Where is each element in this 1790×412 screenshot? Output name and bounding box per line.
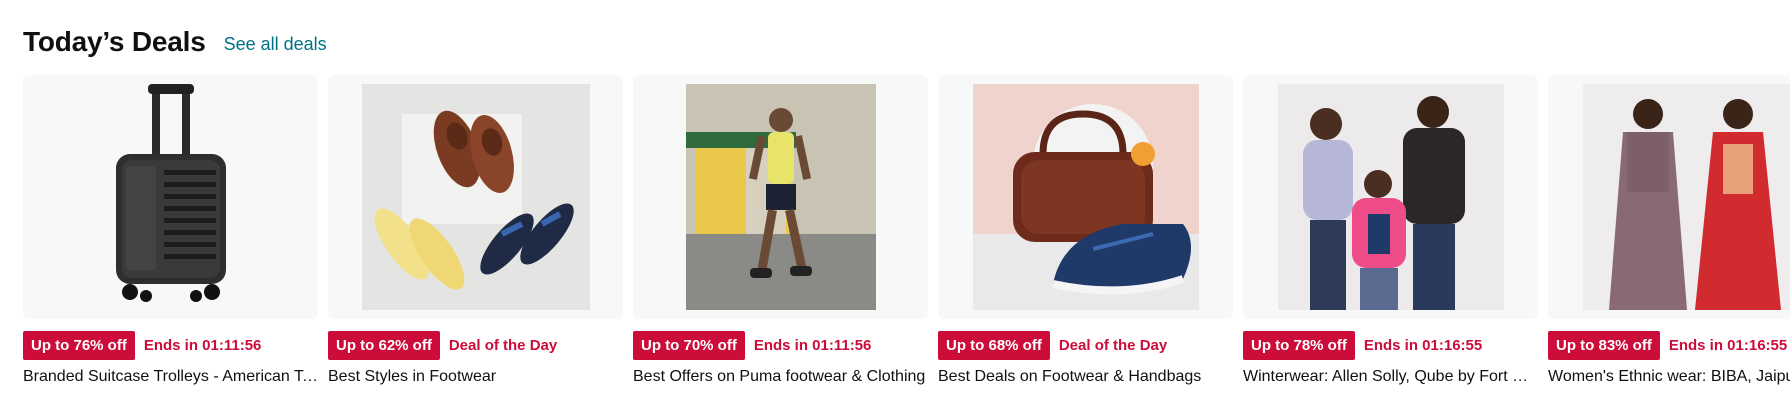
deal-status: Deal of the Day bbox=[448, 337, 558, 354]
deal-image[interactable] bbox=[23, 75, 318, 319]
see-all-deals-link[interactable]: See all deals bbox=[224, 34, 327, 55]
deals-carousel: Up to 76% off Ends in 01:11:56 Branded S… bbox=[23, 75, 1790, 412]
deal-badges: Up to 62% off Deal of the Day bbox=[328, 331, 623, 360]
deal-caption[interactable]: Best Styles in Footwear bbox=[328, 368, 623, 386]
deal-badges: Up to 83% off Ends in 01:16:55 bbox=[1548, 331, 1790, 360]
deal-caption[interactable]: Winterwear: Allen Solly, Qube by Fort Co… bbox=[1243, 368, 1538, 386]
deal-image[interactable] bbox=[1548, 75, 1790, 319]
deal-badges: Up to 76% off Ends in 01:11:56 bbox=[23, 331, 318, 360]
deal-status: Ends in 01:16:55 bbox=[1363, 337, 1483, 354]
discount-badge: Up to 78% off bbox=[1243, 331, 1355, 360]
deals-header: Today’s Deals See all deals bbox=[23, 18, 327, 66]
deal-card-suitcases[interactable]: Up to 76% off Ends in 01:11:56 Branded S… bbox=[23, 75, 318, 386]
deal-status: Ends in 01:11:56 bbox=[753, 337, 872, 354]
discount-badge: Up to 76% off bbox=[23, 331, 135, 360]
deal-image[interactable] bbox=[938, 75, 1233, 319]
deal-badges: Up to 68% off Deal of the Day bbox=[938, 331, 1233, 360]
deal-badges: Up to 78% off Ends in 01:16:55 bbox=[1243, 331, 1538, 360]
ethnic-wear-women-photo-icon bbox=[1582, 84, 1790, 310]
athlete-walking-photo-icon bbox=[685, 84, 876, 310]
deal-status: Ends in 01:16:55 bbox=[1668, 337, 1788, 354]
deal-card-puma[interactable]: Up to 70% off Ends in 01:11:56 Best Offe… bbox=[633, 75, 928, 386]
discount-badge: Up to 68% off bbox=[938, 331, 1050, 360]
black-suitcase-trolley-icon bbox=[115, 84, 226, 302]
footwear-shoes-sandals-icon bbox=[361, 84, 590, 310]
section-title: Today’s Deals bbox=[23, 26, 206, 57]
deal-card-ethnic-wear[interactable]: Up to 83% off Ends in 01:16:55 Women's E… bbox=[1548, 75, 1790, 386]
deal-card-footwear-handbags[interactable]: Up to 68% off Deal of the Day Best Deals… bbox=[938, 75, 1233, 386]
deal-image[interactable] bbox=[1243, 75, 1538, 319]
deals-track: Up to 76% off Ends in 01:11:56 Branded S… bbox=[23, 75, 1790, 386]
deal-card-winterwear[interactable]: Up to 78% off Ends in 01:16:55 Winterwea… bbox=[1243, 75, 1538, 386]
deal-card-footwear[interactable]: Up to 62% off Deal of the Day Best Style… bbox=[328, 75, 623, 386]
handbag-and-sneaker-icon bbox=[972, 84, 1199, 310]
discount-badge: Up to 83% off bbox=[1548, 331, 1660, 360]
deal-badges: Up to 70% off Ends in 01:11:56 bbox=[633, 331, 928, 360]
family-winterwear-photo-icon bbox=[1277, 84, 1504, 310]
deal-status: Deal of the Day bbox=[1058, 337, 1168, 354]
deal-image[interactable] bbox=[328, 75, 623, 319]
deal-caption[interactable]: Best Offers on Puma footwear & Clothing bbox=[633, 368, 928, 386]
deal-caption[interactable]: Branded Suitcase Trolleys - American Tou… bbox=[23, 368, 318, 386]
deal-caption[interactable]: Best Deals on Footwear & Handbags bbox=[938, 368, 1233, 386]
deal-image[interactable] bbox=[633, 75, 928, 319]
discount-badge: Up to 70% off bbox=[633, 331, 745, 360]
deal-status: Ends in 01:11:56 bbox=[143, 337, 262, 354]
deal-caption[interactable]: Women's Ethnic wear: BIBA, Jaipur Kurti … bbox=[1548, 368, 1790, 386]
discount-badge: Up to 62% off bbox=[328, 331, 440, 360]
